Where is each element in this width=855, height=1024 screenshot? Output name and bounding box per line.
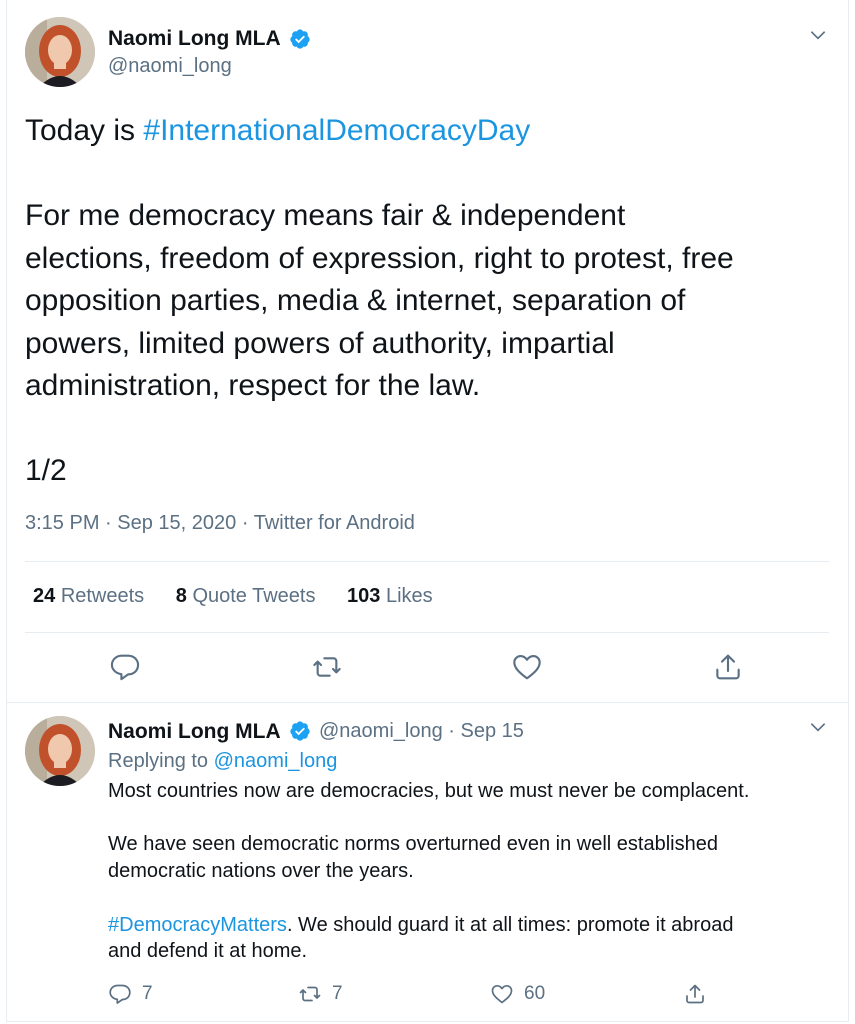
avatar[interactable]: [25, 716, 95, 786]
tweet-text: Today is #InternationalDemocracyDay For …: [25, 110, 815, 493]
verified-badge-icon: [290, 29, 310, 49]
quote-tweets-stat[interactable]: 8 Quote Tweets: [176, 585, 316, 608]
retweet-button[interactable]: 7: [298, 982, 343, 1006]
avatar[interactable]: [25, 17, 95, 87]
tweet-text-body: For me democracy means fair & independen…: [25, 199, 734, 487]
replying-to: Replying to @naomi_long: [108, 750, 337, 773]
reply-author-name[interactable]: Naomi Long MLA: [108, 720, 281, 744]
tweet-date[interactable]: Sep 15, 2020: [117, 512, 236, 534]
retweets-label: Retweets: [60, 585, 145, 607]
likes-stat[interactable]: 103 Likes: [347, 585, 433, 608]
chevron-down-icon[interactable]: [808, 25, 828, 45]
tweet-stats: 24 Retweets 8 Quote Tweets 103 Likes: [33, 585, 459, 608]
reply-text: Most countries now are democracies, but …: [108, 778, 828, 965]
like-button[interactable]: 60: [490, 982, 545, 1006]
likes-label: Likes: [385, 585, 433, 607]
tweet-time[interactable]: 3:15 PM: [25, 512, 99, 534]
chevron-down-icon[interactable]: [808, 717, 828, 737]
reply-handle-date[interactable]: @naomi_long · Sep 15: [319, 720, 524, 743]
separator: ·: [105, 512, 112, 534]
quote-tweets-label: Quote Tweets: [192, 585, 316, 607]
avatar-image: [25, 17, 95, 87]
tweet-timestamp: 3:15 PM · Sep 15, 2020 · Twitter for And…: [25, 512, 415, 535]
verified-badge-icon: [290, 721, 310, 741]
share-icon: [716, 654, 740, 680]
retweet-icon: [313, 657, 341, 677]
like-button[interactable]: [511, 651, 543, 683]
hashtag-link[interactable]: #InternationalDemocracyDay: [143, 114, 530, 147]
quote-tweets-count: 8: [175, 585, 187, 607]
reply-icon: [110, 654, 140, 681]
replying-to-handle[interactable]: @naomi_long: [214, 750, 338, 772]
reply-text-before: Most countries now are democracies, but …: [108, 780, 750, 883]
separator: ·: [241, 512, 249, 534]
hashtag-link[interactable]: #DemocracyMatters: [108, 914, 287, 936]
author-handle[interactable]: @naomi_long: [108, 55, 232, 78]
replying-to-label: Replying to: [108, 750, 214, 772]
tweet-source[interactable]: Twitter for Android: [254, 512, 415, 534]
divider: [25, 632, 829, 633]
retweet-icon: [299, 986, 321, 1002]
retweets-count: 24: [33, 585, 56, 607]
retweet-count: 7: [332, 983, 343, 1004]
author-name[interactable]: Naomi Long MLA: [108, 27, 281, 51]
likes-count: 103: [347, 585, 381, 607]
share-button[interactable]: [683, 982, 707, 1006]
reply-button[interactable]: [109, 651, 141, 683]
divider: [25, 561, 829, 562]
heart-icon: [491, 984, 513, 1004]
reply-icon: [109, 984, 131, 1004]
tweet-text-prefix: Today is: [25, 114, 144, 147]
share-button[interactable]: [712, 651, 744, 683]
like-count: 60: [524, 983, 546, 1004]
retweet-button[interactable]: [311, 651, 343, 683]
avatar-image: [25, 716, 95, 786]
retweets-stat[interactable]: 24 Retweets: [33, 585, 144, 608]
reply-button[interactable]: 7: [108, 982, 153, 1006]
divider: [7, 702, 848, 703]
reply-count: 7: [142, 983, 153, 1004]
heart-icon: [513, 655, 541, 680]
share-icon: [686, 984, 704, 1004]
